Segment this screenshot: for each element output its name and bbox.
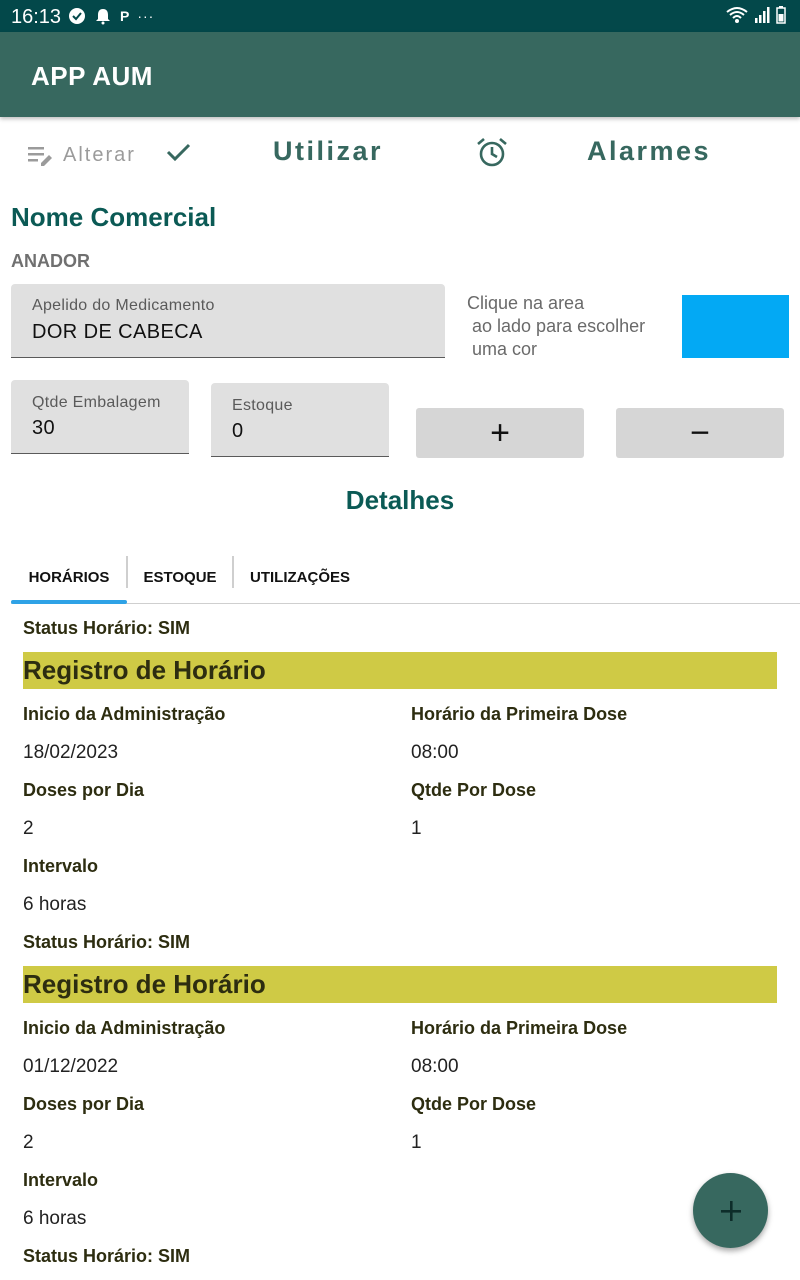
tab-divider (126, 556, 128, 588)
qty-per-dose-value: 1 (411, 1132, 422, 1153)
signal-icon (755, 7, 770, 23)
start-value: 18/02/2023 (23, 742, 119, 763)
package-qty-value: 30 (32, 417, 56, 439)
record-title: Registro de Horário (23, 655, 266, 685)
tab-horarios[interactable]: HORÁRIOS (11, 550, 127, 604)
status-time: 16:13 (11, 6, 62, 28)
qty-per-dose-label: Qtde Por Dose (411, 780, 537, 800)
nickname-value: DOR DE CABECA (32, 321, 203, 343)
use-button[interactable]: Utilizar (273, 136, 383, 167)
details-title: Detalhes (345, 485, 455, 515)
section-title: Nome Comercial (11, 202, 217, 232)
start-label: Inicio da Administração (23, 704, 226, 724)
active-tab-indicator (11, 600, 127, 604)
status-icons-right (726, 6, 786, 24)
nickname-field[interactable]: Apelido do Medicamento DOR DE CABECA (11, 284, 445, 358)
doses-per-day-label: Doses por Dia (23, 780, 145, 800)
plus-icon (720, 1200, 741, 1221)
package-qty-field[interactable]: Qtde Embalagem 30 (11, 380, 189, 454)
first-dose-label: Horário da Primeira Dose (411, 704, 628, 724)
record-title: Registro de Horário (23, 969, 266, 999)
nickname-label: Apelido do Medicamento (32, 297, 215, 314)
doses-per-day-value: 2 (23, 1132, 34, 1153)
product-name: ANADOR (11, 251, 90, 271)
interval-value: 6 horas (23, 1208, 87, 1229)
first-dose-value: 08:00 (411, 742, 459, 763)
record-header: Registro de Horário (23, 652, 777, 689)
status-line: Status Horário: SIM (23, 1246, 191, 1266)
interval-label: Intervalo (23, 856, 99, 876)
package-qty-label: Qtde Embalagem (32, 394, 161, 411)
alarm-bell-icon (96, 9, 110, 25)
color-swatch[interactable] (682, 295, 789, 358)
start-value: 01/12/2022 (23, 1056, 119, 1077)
tab-divider (232, 556, 234, 588)
color-hint: Clique na area ao lado para escolher uma… (467, 293, 646, 359)
interval-value: 6 horas (23, 894, 87, 915)
alarm-clock-icon[interactable] (475, 136, 509, 170)
add-stock-button[interactable]: + (416, 408, 584, 458)
record-header: Registro de Horário (23, 966, 777, 1003)
app-bar: APP AUM (0, 32, 800, 117)
doses-per-day-label: Doses por Dia (23, 1094, 145, 1114)
tab-estoque[interactable]: ESTOQUE (129, 550, 231, 604)
remove-stock-button[interactable]: − (616, 408, 784, 458)
more-dots-icon: ··· (137, 8, 155, 24)
status-bar: 16:13 P ··· (0, 0, 800, 32)
battery-icon (776, 6, 786, 24)
stock-value: 0 (232, 420, 244, 442)
p-icon: P (120, 8, 130, 24)
action-toolbar: Alterar Utilizar Alarmes (0, 126, 800, 182)
first-dose-label: Horário da Primeira Dose (411, 1018, 628, 1038)
edit-button[interactable]: Alterar (63, 144, 136, 167)
status-line: Status Horário: SIM (23, 618, 191, 638)
alarms-button[interactable]: Alarmes (587, 136, 711, 167)
tab-utilizacoes[interactable]: UTILIZAÇÕES (235, 550, 365, 604)
status-line: Status Horário: SIM (23, 932, 191, 952)
wifi-icon (726, 7, 748, 23)
check-circle-icon (69, 8, 85, 24)
app-title: APP AUM (31, 61, 153, 91)
edit-list-icon[interactable] (27, 144, 55, 168)
first-dose-value: 08:00 (411, 1056, 459, 1077)
check-icon[interactable] (164, 138, 192, 166)
stock-label: Estoque (232, 397, 293, 414)
interval-label: Intervalo (23, 1170, 99, 1190)
status-icons-left: P ··· (68, 7, 154, 25)
qty-per-dose-label: Qtde Por Dose (411, 1094, 537, 1114)
add-schedule-fab[interactable] (693, 1173, 768, 1248)
details-tabs: HORÁRIOS ESTOQUE UTILIZAÇÕES (11, 550, 800, 604)
qty-per-dose-value: 1 (411, 818, 422, 839)
stock-field[interactable]: Estoque 0 (211, 383, 389, 457)
doses-per-day-value: 2 (23, 818, 34, 839)
start-label: Inicio da Administração (23, 1018, 226, 1038)
